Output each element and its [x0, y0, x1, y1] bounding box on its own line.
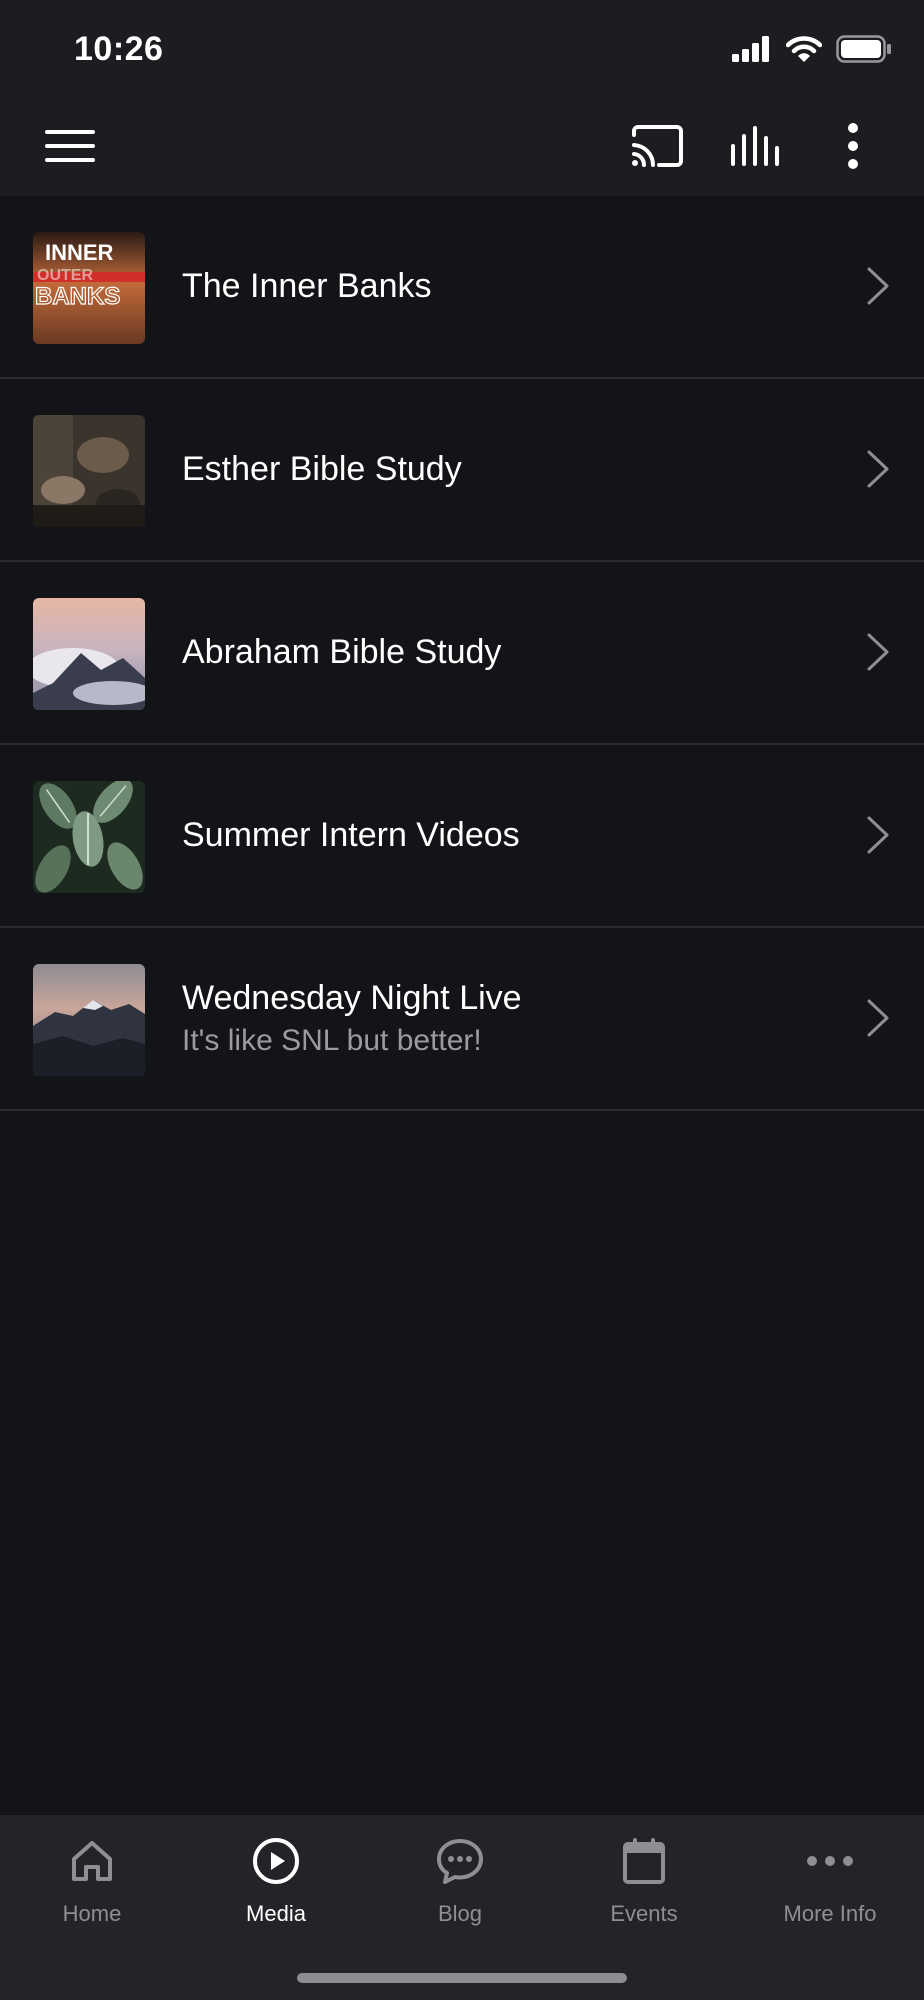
tab-label: Events — [610, 1901, 678, 1926]
list-item-text: Wednesday Night Live It's like SNL but b… — [182, 928, 522, 1109]
list-item-summer-intern-videos[interactable]: Summer Intern Videos — [0, 745, 924, 928]
tab-label: Media — [246, 1901, 306, 1926]
more-vertical-icon — [847, 122, 859, 174]
tab-blog[interactable]: Blog — [368, 1815, 552, 1945]
list-item-subtitle: It's like SNL but better! — [182, 1024, 482, 1057]
calendar-icon — [618, 1835, 670, 1887]
chat-bubble-icon — [434, 1835, 486, 1887]
thumbnail-abraham — [33, 598, 145, 710]
list-item-text: The Inner Banks — [182, 196, 431, 377]
menu-button[interactable] — [30, 100, 110, 196]
list-item-title: Wednesday Night Live — [182, 979, 522, 1017]
list-item-the-inner-banks[interactable]: INNER OUTER BANKS The Inner Banks — [0, 196, 924, 379]
tab-media[interactable]: Media — [184, 1815, 368, 1945]
list-item-wednesday-night-live[interactable]: Wednesday Night Live It's like SNL but b… — [0, 928, 924, 1111]
tab-label: More Info — [783, 1901, 877, 1926]
thumb-text-outer: OUTER — [37, 267, 93, 284]
list-item-text: Esther Bible Study — [182, 379, 462, 560]
cast-icon — [631, 124, 683, 172]
chevron-right-icon — [866, 449, 890, 489]
list-item-title: The Inner Banks — [182, 267, 432, 305]
list-item-text: Summer Intern Videos — [182, 745, 520, 926]
menu-icon — [45, 128, 95, 169]
thumb-text-banks: BANKS — [35, 283, 120, 310]
media-list: INNER OUTER BANKS The Inner Banks Esther… — [0, 196, 924, 1111]
chevron-right-icon — [866, 266, 890, 306]
chevron-right-icon — [866, 998, 890, 1038]
home-icon — [66, 1835, 118, 1887]
equalizer-button[interactable] — [715, 100, 795, 196]
list-item-text: Abraham Bible Study — [182, 562, 501, 743]
home-indicator — [297, 1973, 627, 1983]
tab-label: Blog — [437, 1901, 483, 1926]
thumb-text-inner: INNER — [45, 240, 114, 265]
status-time: 10:26 — [74, 30, 164, 68]
wifi-icon — [785, 35, 823, 68]
more-options-button[interactable] — [813, 100, 893, 196]
battery-icon — [836, 34, 892, 68]
toolbar — [0, 100, 924, 196]
list-item-title: Abraham Bible Study — [182, 633, 502, 671]
media-screen: 10:26 INNER OUTER BANKS The Inner Banks … — [0, 0, 924, 2000]
status-icons — [732, 34, 892, 68]
tab-events[interactable]: Events — [552, 1815, 736, 1945]
cast-button[interactable] — [617, 100, 697, 196]
list-item-esther-bible-study[interactable]: Esther Bible Study — [0, 379, 924, 562]
play-circle-icon — [250, 1835, 302, 1887]
chevron-right-icon — [866, 632, 890, 672]
list-item-title: Esther Bible Study — [182, 450, 462, 488]
more-horizontal-icon — [804, 1835, 856, 1887]
thumbnail-inner-banks: INNER OUTER BANKS — [33, 232, 145, 344]
tab-label: Home — [62, 1901, 122, 1926]
thumbnail-wednesday-night-live — [33, 964, 145, 1076]
thumbnail-esther — [33, 415, 145, 527]
chevron-right-icon — [866, 815, 890, 855]
tab-home[interactable]: Home — [0, 1815, 184, 1945]
thumbnail-summer-intern — [33, 781, 145, 893]
tab-more-info[interactable]: More Info — [738, 1815, 922, 1945]
list-item-title: Summer Intern Videos — [182, 816, 520, 854]
status-bar: 10:26 — [0, 0, 924, 100]
equalizer-icon — [729, 125, 781, 171]
list-item-abraham-bible-study[interactable]: Abraham Bible Study — [0, 562, 924, 745]
cellular-signal-icon — [732, 35, 772, 67]
